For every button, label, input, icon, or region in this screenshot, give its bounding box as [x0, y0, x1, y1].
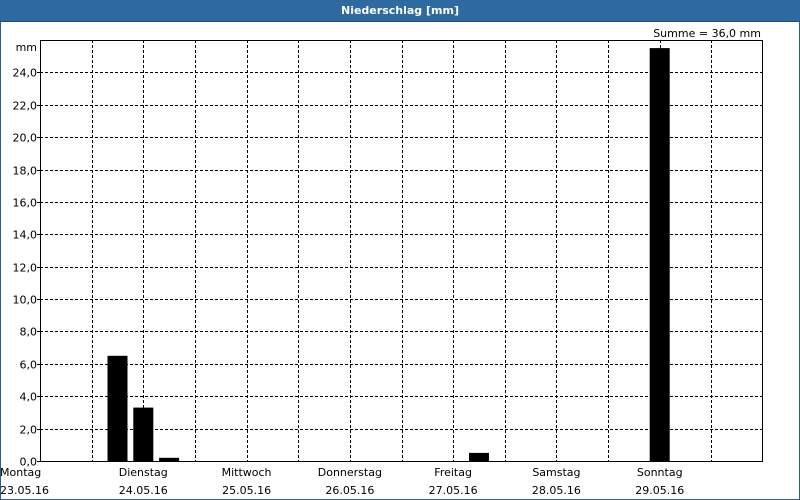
y-tick-label: 4,0	[20, 391, 38, 404]
bar	[133, 407, 154, 461]
y-tick-label: 2,0	[20, 424, 38, 437]
x-axis: Montag 23.05.16 Dienstag 24.05.16 Mittwoch 25…	[0, 466, 684, 497]
y-tick-label: 24,0	[13, 67, 38, 80]
y-tick-label: 14,0	[13, 229, 38, 242]
x-tick-label-date: 24.05.16	[119, 484, 168, 497]
bar	[159, 457, 180, 461]
x-tick-label-day: Donnerstag	[318, 466, 382, 479]
y-tick-label: 6,0	[20, 359, 38, 372]
y-axis: 0,02,04,06,08,010,012,014,016,018,020,02…	[13, 67, 40, 469]
precipitation-chart: Summe = 36,0 mm mm 0,02,04,06,08,010,012…	[0, 27, 763, 497]
x-tick-label-date: 23.05.16	[0, 484, 49, 497]
bar	[469, 452, 489, 461]
y-tick-label: 20,0	[13, 132, 38, 145]
x-tick-label-day: Mittwoch	[222, 466, 272, 479]
bar	[107, 355, 128, 462]
x-tick-label-date: 29.05.16	[635, 484, 684, 497]
x-tick-label-day: Sonntag	[637, 466, 683, 479]
y-tick-label: 8,0	[20, 326, 38, 339]
bar	[649, 48, 670, 461]
x-tick-label-date: 26.05.16	[325, 484, 374, 497]
x-tick-label-date: 25.05.16	[222, 484, 271, 497]
sum-label: Summe = 36,0 mm	[653, 27, 761, 40]
x-tick-label-date: 27.05.16	[429, 484, 478, 497]
x-tick-label-day: Samstag	[532, 466, 580, 479]
y-tick-label: 16,0	[13, 197, 38, 210]
y-tick-label: 18,0	[13, 165, 38, 178]
x-tick-label-date: 28.05.16	[532, 484, 581, 497]
y-tick-label: 10,0	[13, 294, 38, 307]
bars	[107, 48, 670, 462]
x-tick-label-day: Freitag	[434, 466, 472, 479]
x-tick-label-day: Dienstag	[119, 466, 168, 479]
y-axis-unit-label: mm	[16, 41, 37, 54]
y-tick-label: 12,0	[13, 262, 38, 275]
x-tick-label-day: Montag	[0, 466, 41, 479]
y-tick-label: 22,0	[13, 100, 38, 113]
